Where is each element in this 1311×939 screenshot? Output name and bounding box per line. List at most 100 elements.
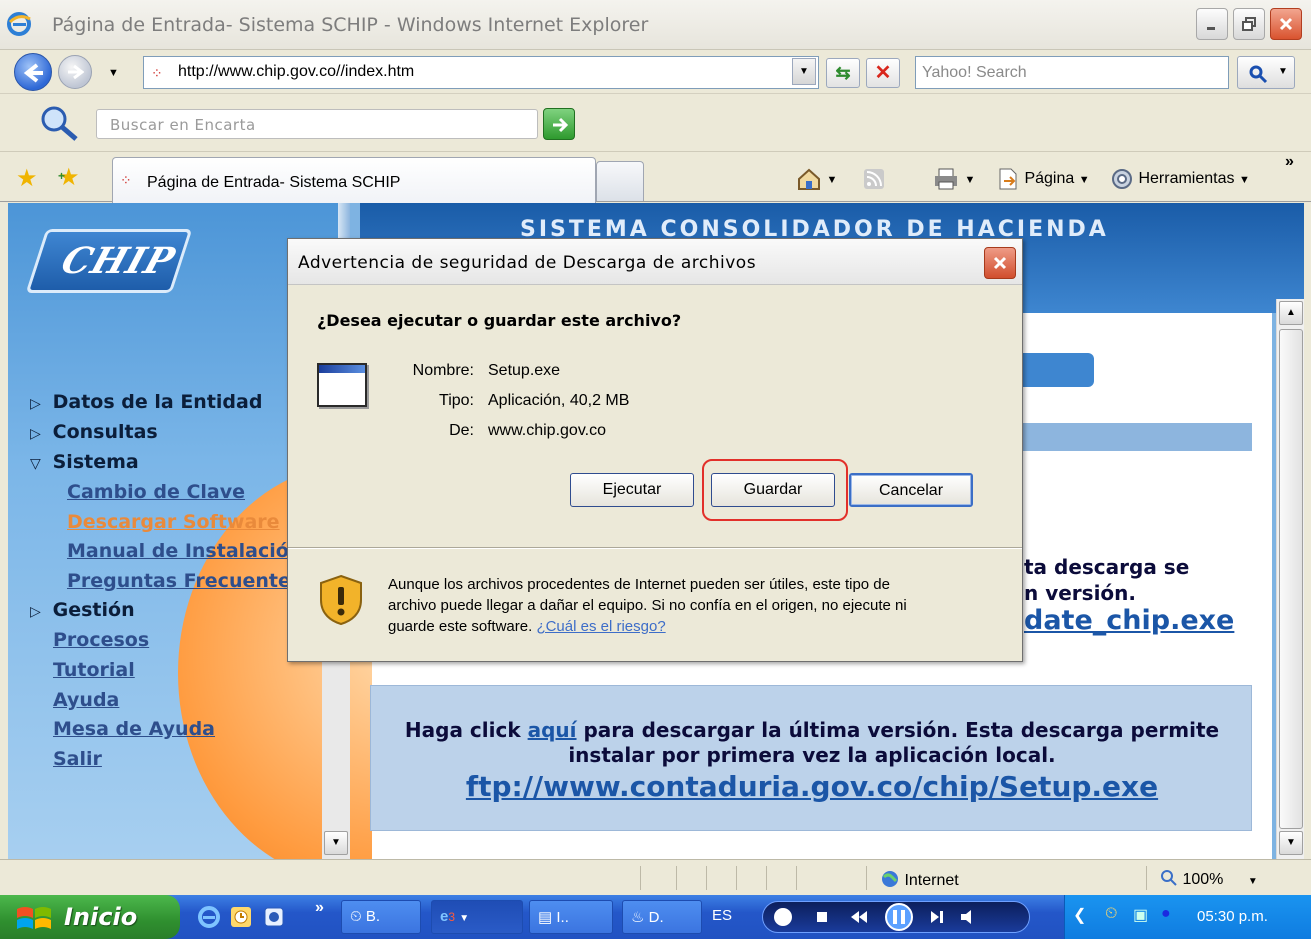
paint-task-icon: ♨ xyxy=(631,909,645,926)
address-url: http://www.chip.gov.co//index.htm xyxy=(178,63,415,80)
status-divider xyxy=(766,866,767,890)
search-options-dropdown-icon: ▼ xyxy=(1278,66,1288,77)
address-field[interactable]: ⁘ http://www.chip.gov.co//index.htm xyxy=(143,56,819,89)
security-zone[interactable]: Internet xyxy=(880,869,959,890)
restore-button[interactable] xyxy=(1233,8,1265,40)
scroll-up-icon[interactable]: ▲ xyxy=(1279,301,1303,325)
close-window-button[interactable] xyxy=(1270,8,1302,40)
risk-link[interactable]: ¿Cuál es el riesgo? xyxy=(536,618,665,635)
media-player-toolbar[interactable] xyxy=(762,901,1030,933)
zoom-value: 100% xyxy=(1182,871,1224,888)
favorites-star-icon[interactable]: ★ xyxy=(16,164,38,193)
update-chip-link[interactable]: date_chip.exe xyxy=(1024,605,1234,636)
download-text-line2: instalar por primera vez la aplicación l… xyxy=(568,743,1056,767)
new-tab-button[interactable] xyxy=(596,161,644,201)
taskbar-button-word[interactable]: ▤ I.. xyxy=(529,900,613,934)
tray-collapse-chevron-icon[interactable]: ❮ xyxy=(1073,905,1086,925)
language-indicator[interactable]: ES xyxy=(712,907,732,924)
nav-consultas[interactable]: ▷ Consultas xyxy=(30,421,158,443)
nav-sistema-label: Sistema xyxy=(52,451,139,473)
download-security-dialog: Advertencia de seguridad de Descarga de … xyxy=(287,238,1023,662)
minimize-button[interactable] xyxy=(1196,8,1228,40)
stop-button[interactable]: ✕ xyxy=(866,58,900,88)
status-divider xyxy=(676,866,677,890)
clock-quicklaunch-icon[interactable] xyxy=(229,905,253,929)
nav-mesa-ayuda[interactable]: Mesa de Ayuda xyxy=(53,718,215,740)
page-scrollbar[interactable]: ▲ ▼ xyxy=(1276,299,1304,859)
ftp-setup-link[interactable]: ftp://www.contaduria.gov.co/chip/Setup.e… xyxy=(371,770,1253,803)
windows-taskbar: Inicio » ⏲ B. e3 ▼ ▤ I.. ♨ D. ES ❮ ⏲ ▣ ●… xyxy=(0,895,1311,939)
scroll-down-icon[interactable]: ▼ xyxy=(1279,831,1303,855)
search-button[interactable]: ▼ xyxy=(1237,56,1295,89)
dialog-title-bar: Advertencia de seguridad de Descarga de … xyxy=(288,239,1022,285)
page-menu-label: Página xyxy=(1024,170,1075,188)
more-commands-chevron-icon[interactable]: » xyxy=(1285,153,1294,171)
scroll-down-icon[interactable]: ▼ xyxy=(324,831,348,855)
tools-menu[interactable]: Herramientas ▼ xyxy=(1110,167,1250,191)
run-button[interactable]: Ejecutar xyxy=(570,473,694,507)
status-bar: Internet 100% ▼ xyxy=(0,859,1311,895)
tab-bar: ★ ★ + ⁘ Página de Entrada- Sistema SCHIP … xyxy=(0,153,1311,203)
tray-app-icon[interactable]: ● xyxy=(1161,905,1171,923)
home-icon[interactable]: ▼ xyxy=(796,167,837,191)
back-button[interactable] xyxy=(14,53,52,91)
window-title: Página de Entrada- Sistema SCHIP - Windo… xyxy=(52,14,649,36)
nav-descargar-software[interactable]: Descargar Software xyxy=(67,511,280,533)
windows-flag-icon xyxy=(17,907,51,929)
feeds-icon[interactable] xyxy=(862,167,886,191)
status-divider xyxy=(866,866,867,890)
search-icon xyxy=(1249,65,1268,84)
tray-network-icon[interactable]: ▣ xyxy=(1133,905,1148,925)
app-quicklaunch-icon[interactable] xyxy=(262,905,286,929)
nav-datos-label: Datos de la Entidad xyxy=(52,391,263,413)
recent-pages-dropdown-icon[interactable]: ▼ xyxy=(108,67,119,79)
encarta-search-input[interactable]: Buscar en Encarta xyxy=(96,109,538,139)
setup-download-box: Haga click aquí para descargar la última… xyxy=(370,685,1252,831)
nav-gestion[interactable]: ▷ Gestión xyxy=(30,599,135,621)
cancel-button[interactable]: Cancelar xyxy=(849,473,973,507)
nav-sistema[interactable]: ▽ Sistema xyxy=(30,451,139,473)
taskbar-button-ie[interactable]: e3 ▼ xyxy=(431,900,523,934)
address-dropdown-button[interactable]: ▼ xyxy=(792,58,816,85)
from-label: De: xyxy=(449,422,474,439)
encarta-go-button[interactable] xyxy=(543,108,575,140)
nav-ayuda[interactable]: Ayuda xyxy=(53,689,119,711)
group-dropdown-icon: ▼ xyxy=(459,913,470,924)
search-input[interactable]: Yahoo! Search xyxy=(915,56,1229,89)
dialog-close-button[interactable] xyxy=(984,247,1016,279)
type-value: Aplicación, 40,2 MB xyxy=(488,392,630,409)
media-controls-icon xyxy=(774,903,971,931)
nav-procesos[interactable]: Procesos xyxy=(53,629,149,651)
zoom-control[interactable]: 100% ▼ xyxy=(1160,869,1258,889)
nav-preguntas-frecuentes[interactable]: Preguntas Frecuentes xyxy=(67,570,302,592)
refresh-button[interactable]: ⇆ xyxy=(826,58,860,88)
taskbar-button-4[interactable]: ♨ D. xyxy=(622,900,702,934)
go-arrow-icon xyxy=(553,117,569,133)
nav-tutorial[interactable]: Tutorial xyxy=(53,659,135,681)
page-menu[interactable]: Página ▼ xyxy=(996,167,1090,191)
expand-triangle-icon: ▷ xyxy=(30,396,41,412)
scroll-thumb[interactable] xyxy=(1279,329,1303,829)
nav-salir[interactable]: Salir xyxy=(53,748,102,770)
tray-clock-app-icon[interactable]: ⏲ xyxy=(1105,905,1117,923)
nav-datos-entidad[interactable]: ▷ Datos de la Entidad xyxy=(30,391,262,413)
add-favorites-icon[interactable]: ★ + xyxy=(58,163,80,192)
quicklaunch-more-chevron-icon[interactable]: » xyxy=(315,899,324,917)
update-text-line1: ta descarga se xyxy=(1024,555,1190,579)
taskbar-button-1[interactable]: ⏲ B. xyxy=(341,900,421,934)
aqui-link[interactable]: aquí xyxy=(528,718,577,742)
nav-manual-instalacion[interactable]: Manual de Instalación xyxy=(67,540,302,562)
status-divider xyxy=(1146,866,1147,890)
start-button[interactable]: Inicio xyxy=(0,895,180,939)
forward-button[interactable] xyxy=(58,55,92,89)
nav-gestion-label: Gestión xyxy=(52,599,135,621)
zoom-dropdown-icon: ▼ xyxy=(1247,876,1258,887)
tab-active[interactable]: ⁘ Página de Entrada- Sistema SCHIP xyxy=(112,157,596,203)
status-divider xyxy=(706,866,707,890)
print-icon[interactable]: ▼ xyxy=(932,167,975,191)
tray-clock: 05:30 p.m. xyxy=(1197,908,1268,925)
download-text-pre: Haga click xyxy=(404,718,528,742)
ie-quicklaunch-icon[interactable] xyxy=(197,905,221,929)
ie-logo-icon xyxy=(7,12,31,36)
nav-cambio-clave[interactable]: Cambio de Clave xyxy=(67,481,245,503)
